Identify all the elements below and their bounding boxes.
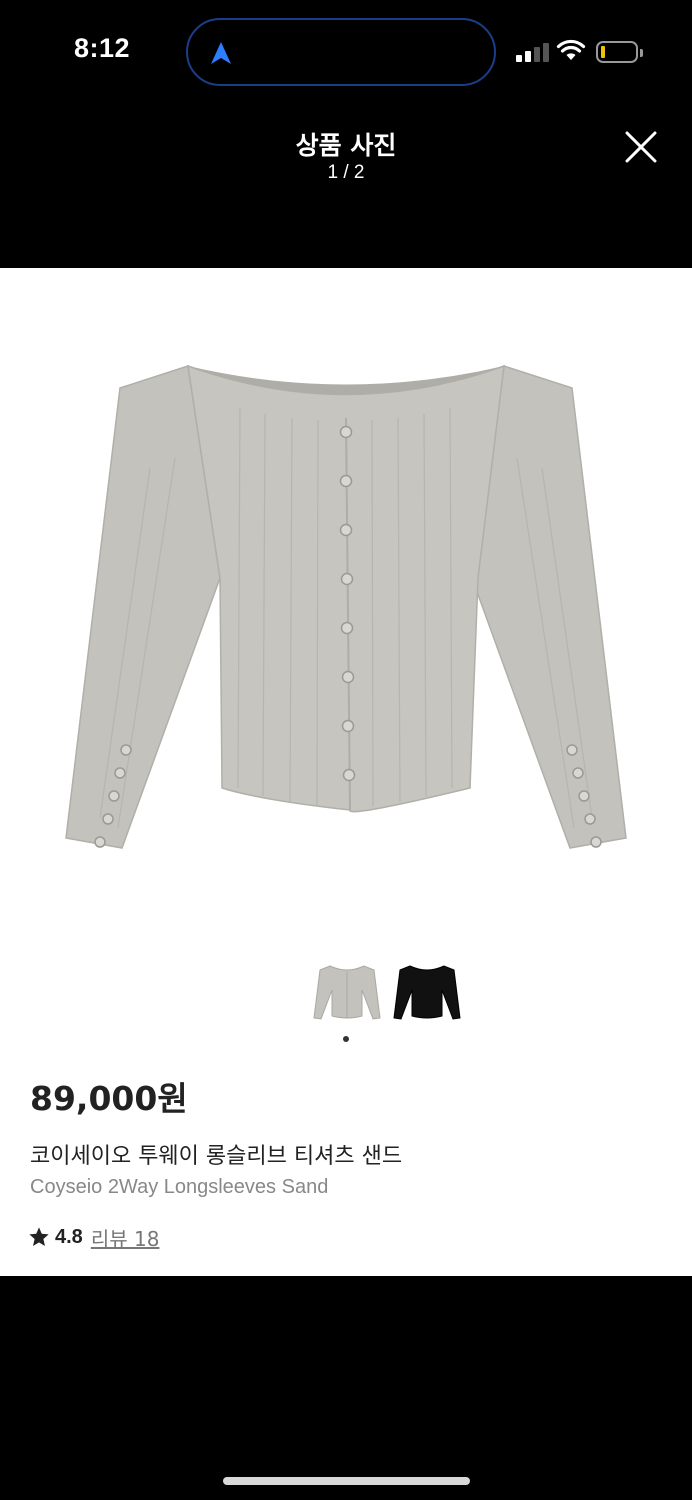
dynamic-island[interactable]	[186, 18, 496, 86]
page-indicator: 1 / 2	[327, 162, 365, 183]
page-title: 상품 사진	[295, 131, 397, 160]
home-indicator[interactable]	[223, 1477, 470, 1485]
product-price: 89,000원	[30, 1079, 188, 1118]
thumbnail-black[interactable]	[392, 960, 462, 1026]
review-count-link[interactable]: 리뷰 18	[91, 1223, 160, 1252]
status-bar: 8:12	[0, 0, 692, 104]
wifi-icon	[556, 39, 586, 60]
status-time: 8:12	[74, 33, 131, 63]
cellular-signal-icon	[516, 42, 550, 62]
star-icon	[29, 1227, 49, 1246]
photo-viewer-header: 상품 사진 1 / 2	[0, 104, 692, 268]
color-thumbnails	[0, 960, 692, 1030]
product-name-english: Coyseio 2Way Longsleeves Sand	[30, 1176, 329, 1198]
close-icon[interactable]	[624, 130, 658, 164]
rating-value: 4.8	[55, 1225, 83, 1248]
carousel-dot	[343, 1036, 349, 1042]
product-name-korean: 코이세이오 투웨이 롱슬리브 티셔츠 샌드	[30, 1144, 403, 1169]
product-panel: 89,000원 코이세이오 투웨이 롱슬리브 티셔츠 샌드 Coyseio 2W…	[0, 268, 692, 1276]
product-photo[interactable]	[60, 348, 632, 858]
navigation-arrow-icon	[211, 42, 231, 64]
thumbnail-sand[interactable]	[312, 960, 382, 1026]
battery-icon	[596, 41, 643, 63]
rating-row: 4.8 리뷰 18	[28, 1222, 159, 1252]
